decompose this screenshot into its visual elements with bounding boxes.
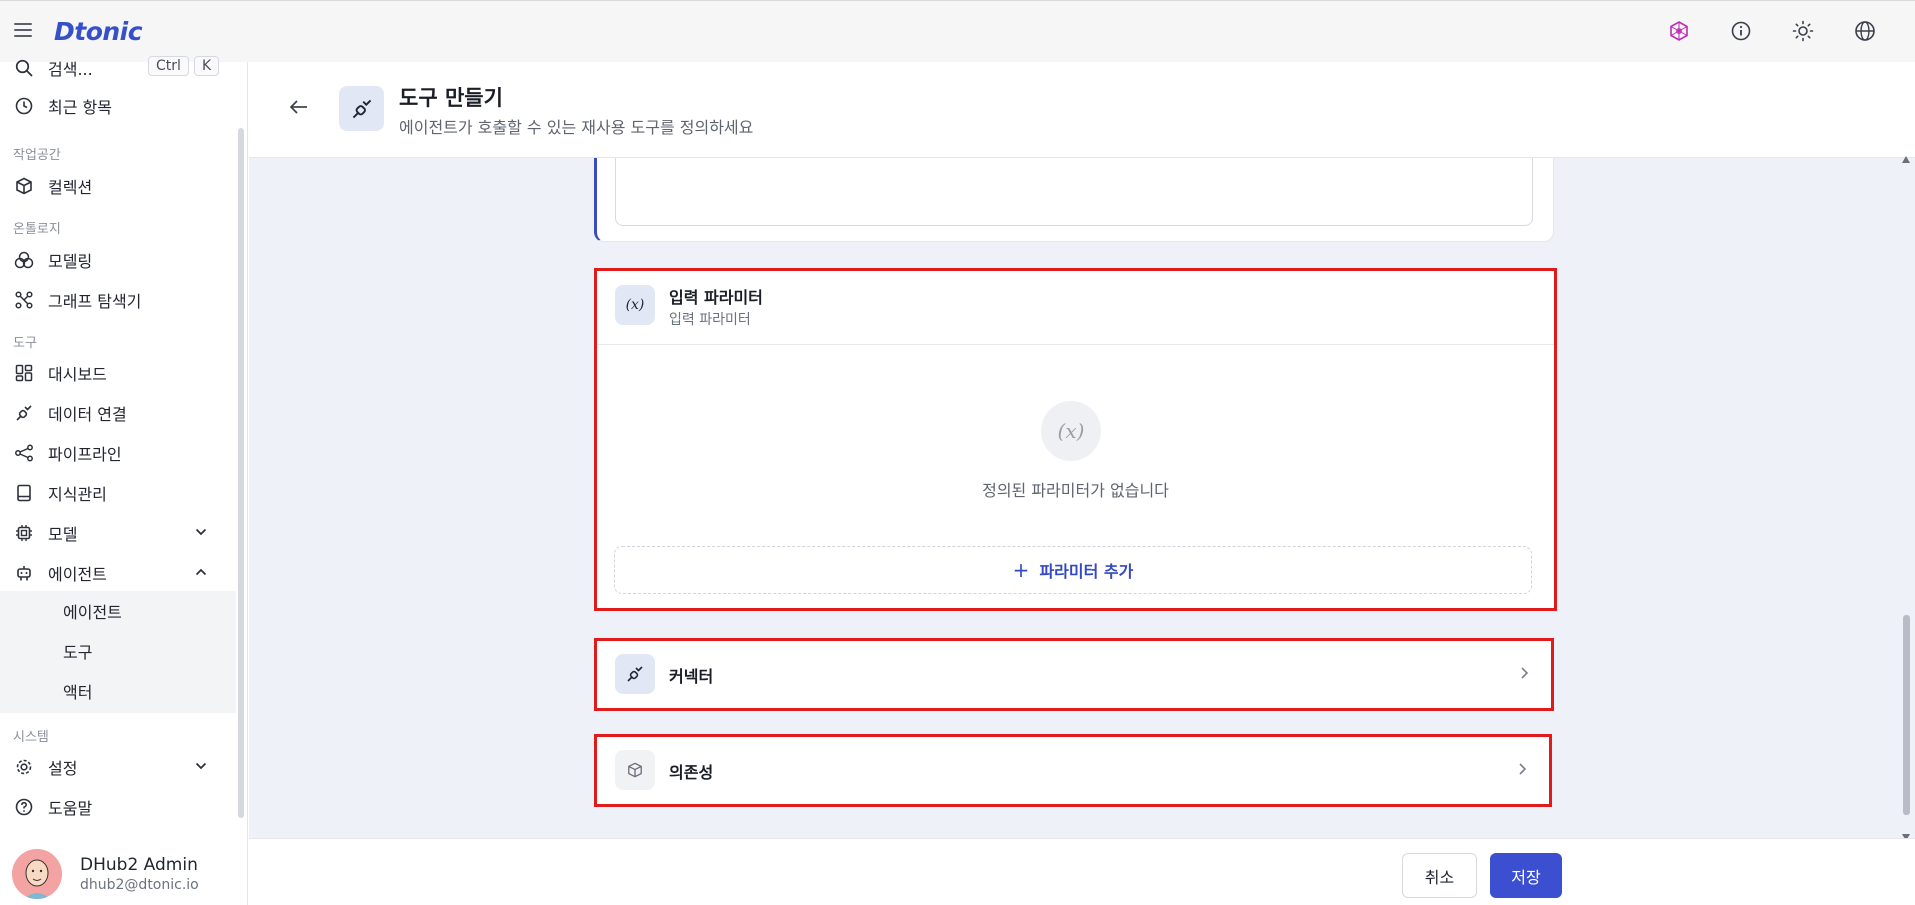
pipeline-icon bbox=[14, 443, 34, 463]
sidebar-item-label: 에이전트 bbox=[48, 565, 107, 584]
empty-params-text: 정의된 파라미터가 없습니다 bbox=[982, 481, 1169, 500]
add-parameter-button[interactable]: + 파라미터 추가 bbox=[614, 546, 1532, 594]
sidebar-item-pipeline[interactable]: 파이프라인 bbox=[0, 435, 236, 471]
sidebar-item-label: 모델 bbox=[48, 525, 78, 544]
search-label: 검색... bbox=[48, 60, 93, 79]
sidebar-subitem-tool[interactable]: 도구 bbox=[63, 639, 92, 663]
dashboard-icon bbox=[14, 363, 34, 383]
sidebar-item-label: 대시보드 bbox=[48, 365, 107, 384]
book-icon bbox=[14, 483, 34, 503]
sidebar-item-label: 그래프 탐색기 bbox=[48, 292, 142, 311]
description-textarea[interactable] bbox=[615, 158, 1533, 226]
brand-graph-icon[interactable] bbox=[1667, 19, 1691, 43]
page-subtitle: 에이전트가 호출할 수 있는 재사용 도구를 정의하세요 bbox=[399, 118, 754, 137]
input-params-card: (x) 입력 파라미터 입력 파라미터 (x) 정의된 파라미터가 없습니다 +… bbox=[594, 268, 1557, 611]
info-icon[interactable] bbox=[1729, 19, 1753, 43]
page-header: 도구 만들기 에이전트가 호출할 수 있는 재사용 도구를 정의하세요 bbox=[249, 62, 1915, 158]
search-icon bbox=[14, 58, 34, 78]
plus-icon: + bbox=[1012, 558, 1030, 582]
variable-empty-icon: (x) bbox=[1041, 401, 1101, 461]
sidebar-item-label: 지식관리 bbox=[48, 485, 107, 504]
variable-icon: (x) bbox=[615, 285, 655, 325]
agent-submenu: 에이전트 도구 액터 bbox=[0, 591, 236, 713]
dependency-card[interactable]: 의존성 bbox=[594, 734, 1552, 807]
input-params-subtitle: 입력 파라미터 bbox=[669, 312, 751, 328]
sidebar-item-graph-explorer[interactable]: 그래프 탐색기 bbox=[0, 282, 236, 318]
page-title: 도구 만들기 bbox=[399, 86, 503, 110]
connector-card[interactable]: 커넥터 bbox=[594, 638, 1554, 711]
chevron-down-icon bbox=[194, 758, 208, 777]
scroll-up-arrow[interactable] bbox=[1902, 156, 1910, 163]
main-scroll-thumb[interactable] bbox=[1903, 615, 1910, 815]
main-scrollbar[interactable] bbox=[1901, 156, 1911, 841]
globe-icon[interactable] bbox=[1853, 19, 1877, 43]
graph-icon bbox=[14, 290, 34, 310]
kbd-ctrl: Ctrl bbox=[148, 56, 189, 76]
sidebar-scroll-thumb[interactable] bbox=[238, 128, 244, 818]
app-logo[interactable]: Dtonic bbox=[54, 17, 143, 46]
sidebar-item-data-connection[interactable]: 데이터 연결 bbox=[0, 395, 236, 431]
circles-icon bbox=[14, 250, 34, 270]
kbd-k: K bbox=[194, 56, 220, 76]
dependency-title: 의존성 bbox=[669, 763, 714, 782]
sidebar-subitem-actor[interactable]: 액터 bbox=[63, 679, 92, 703]
cancel-button[interactable]: 취소 bbox=[1402, 853, 1477, 898]
sidebar-item-help[interactable]: 도움말 bbox=[0, 789, 236, 825]
profile-name: DHub2 Admin bbox=[80, 855, 198, 875]
sidebar-item-dashboard[interactable]: 대시보드 bbox=[0, 355, 236, 391]
form-footer: 취소 저장 bbox=[249, 838, 1915, 905]
plug-icon bbox=[339, 86, 384, 131]
save-button[interactable]: 저장 bbox=[1490, 853, 1562, 898]
section-system: 시스템 bbox=[13, 730, 49, 745]
description-card bbox=[594, 158, 1554, 242]
section-ontology: 온톨로지 bbox=[13, 222, 61, 237]
sidebar-item-label: 데이터 연결 bbox=[48, 405, 127, 424]
sidebar-subitem-agent[interactable]: 에이전트 bbox=[63, 599, 122, 623]
sidebar-item-model[interactable]: 모델 bbox=[0, 515, 236, 551]
sidebar-item-label: 설정 bbox=[48, 759, 78, 778]
sun-icon[interactable] bbox=[1791, 19, 1815, 43]
input-params-header: (x) 입력 파라미터 입력 파라미터 bbox=[597, 271, 1554, 345]
cube-icon bbox=[14, 176, 34, 196]
package-icon bbox=[615, 750, 655, 790]
plug-icon bbox=[615, 654, 655, 694]
section-tools: 도구 bbox=[13, 336, 37, 351]
top-icons bbox=[1667, 19, 1877, 43]
gear-icon bbox=[14, 757, 34, 777]
sidebar-item-modeling[interactable]: 모델링 bbox=[0, 242, 236, 278]
robot-icon bbox=[14, 563, 34, 583]
back-arrow-icon[interactable] bbox=[289, 98, 309, 120]
user-profile[interactable]: DHub2 Admin dhub2@dtonic.io bbox=[12, 848, 242, 900]
add-parameter-label: 파라미터 추가 bbox=[1039, 562, 1134, 581]
input-params-title: 입력 파라미터 bbox=[669, 288, 763, 307]
sidebar-item-label: 도움말 bbox=[48, 799, 93, 818]
plug-icon bbox=[14, 403, 34, 423]
clock-icon bbox=[14, 96, 34, 116]
sidebar-item-label: 파이프라인 bbox=[48, 445, 122, 464]
sidebar-scrollbar[interactable] bbox=[237, 62, 245, 832]
chevron-down-icon bbox=[194, 524, 208, 543]
menu-icon[interactable] bbox=[14, 23, 32, 39]
sidebar-item-label: 컬렉션 bbox=[48, 178, 93, 197]
top-bar: Dtonic bbox=[0, 0, 1915, 62]
avatar bbox=[12, 849, 62, 899]
sidebar-item-label: 최근 항목 bbox=[48, 98, 112, 117]
sidebar-item-agent[interactable]: 에이전트 bbox=[0, 555, 236, 591]
chevron-up-icon bbox=[194, 564, 208, 583]
section-workspace: 작업공간 bbox=[13, 148, 61, 163]
chip-icon bbox=[14, 523, 34, 543]
connector-title: 커넥터 bbox=[669, 667, 714, 686]
chevron-right-icon bbox=[1517, 665, 1531, 685]
sidebar: 검색... Ctrl K 최근 항목 작업공간 컬렉션 온톨로지 모델링 그래프… bbox=[0, 56, 248, 905]
main-content: 도구 만들기 에이전트가 호출할 수 있는 재사용 도구를 정의하세요 (x) … bbox=[249, 62, 1915, 905]
sidebar-item-collection[interactable]: 컬렉션 bbox=[0, 168, 236, 204]
sidebar-search[interactable]: 검색... Ctrl K bbox=[0, 50, 236, 86]
sidebar-item-knowledge[interactable]: 지식관리 bbox=[0, 475, 236, 511]
sidebar-item-label: 모델링 bbox=[48, 252, 93, 271]
help-icon bbox=[14, 797, 34, 817]
sidebar-item-recent[interactable]: 최근 항목 bbox=[0, 88, 236, 124]
chevron-right-icon bbox=[1515, 761, 1529, 781]
profile-email: dhub2@dtonic.io bbox=[80, 877, 199, 893]
sidebar-item-settings[interactable]: 설정 bbox=[0, 749, 236, 785]
